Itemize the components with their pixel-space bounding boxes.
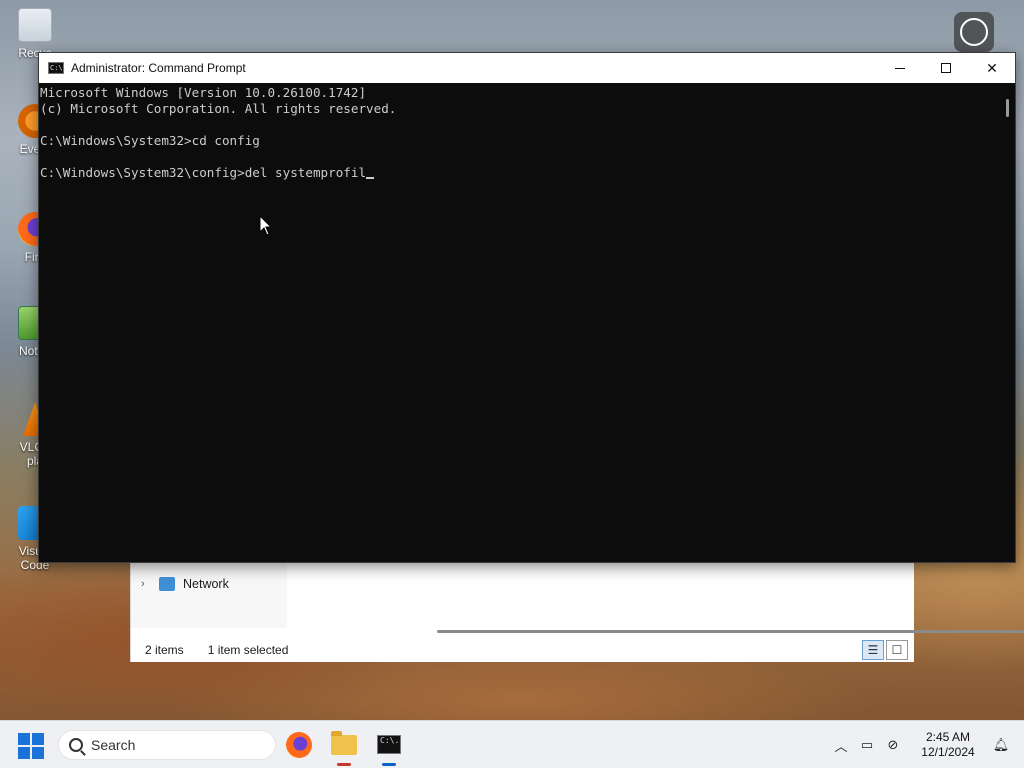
minimize-button[interactable] [877, 53, 923, 83]
maximize-icon [941, 63, 951, 73]
minimize-icon [895, 67, 905, 69]
window-title: Administrator: Command Prompt [71, 61, 246, 75]
console-current-command: C:\Windows\System32\config>del systempro… [40, 165, 367, 180]
vertical-scrollbar[interactable] [997, 83, 1015, 562]
selection-count: 1 item selected [207, 643, 289, 657]
profile-widget[interactable] [954, 12, 994, 52]
taskbar-firefox-icon[interactable] [286, 732, 312, 758]
horizontal-scrollbar[interactable] [437, 630, 1024, 633]
window-controls: ✕ [877, 53, 1015, 83]
console-line: (c) Microsoft Corporation. All rights re… [40, 101, 397, 116]
view-toggle: ☰ ☐ [862, 640, 908, 660]
status-bar: 2 items 1 item selected [131, 638, 914, 662]
taskbar-command-prompt[interactable]: C:\. [376, 730, 406, 766]
nav-item-label: Network [183, 577, 229, 591]
file-explorer-window: › Network 2 items 1 item selected ☰ ☐ [130, 563, 1024, 662]
user-avatar-icon [960, 18, 988, 46]
tiles-view-button[interactable]: ☐ [886, 640, 908, 660]
start-button[interactable] [18, 733, 44, 759]
folder-icon [331, 731, 357, 755]
console-line: C:\Windows\System32>cd config [40, 133, 260, 148]
command-prompt-window[interactable]: C:\. Administrator: Command Prompt ✕ Mic… [38, 52, 1016, 563]
taskbar: Search C:\. ︿ ▭ ⊘ 2:45 AM 12/1/2024 🔔︎ [0, 720, 1024, 768]
search-placeholder: Search [91, 737, 136, 753]
command-prompt-icon: C:\. [48, 62, 67, 74]
volume-muted-icon[interactable]: ⊘ [880, 732, 906, 758]
nav-item-network[interactable]: › Network [141, 577, 229, 591]
windows-logo-icon [18, 733, 30, 745]
taskbar-search[interactable]: Search [58, 730, 276, 760]
active-indicator [382, 763, 396, 766]
recycle-bin-icon [18, 8, 52, 42]
system-tray: ︿ ▭ ⊘ 2:45 AM 12/1/2024 🔔︎ [828, 721, 1024, 768]
chevron-right-icon[interactable]: › [141, 578, 151, 590]
taskbar-file-explorer[interactable] [331, 730, 361, 766]
navigation-pane: › Network [131, 563, 287, 628]
mouse-pointer-icon [259, 215, 273, 236]
windows-logo-icon-part [32, 747, 44, 759]
network-icon [159, 577, 175, 591]
text-cursor [366, 177, 375, 179]
taskbar-clock[interactable]: 2:45 AM 12/1/2024 [912, 730, 984, 760]
running-indicator [337, 763, 351, 766]
console-output[interactable]: Microsoft Windows [Version 10.0.26100.17… [39, 83, 997, 562]
close-button[interactable]: ✕ [969, 53, 1015, 83]
maximize-button[interactable] [923, 53, 969, 83]
console-line: Microsoft Windows [Version 10.0.26100.17… [40, 85, 367, 100]
console-input-line[interactable]: C:\Windows\System32\config>del systempro… [40, 165, 997, 181]
tiles-view-icon: ☐ [891, 643, 903, 657]
notification-bell-icon[interactable]: 🔔︎ [988, 732, 1014, 758]
details-view-icon: ☰ [867, 643, 879, 657]
title-bar[interactable]: C:\. Administrator: Command Prompt ✕ [39, 53, 1015, 83]
close-icon: ✕ [986, 59, 998, 76]
search-icon [69, 738, 83, 752]
clock-time: 2:45 AM [925, 730, 971, 744]
scrollbar-thumb[interactable] [1006, 99, 1009, 117]
clock-date: 12/1/2024 [921, 745, 975, 759]
network-status-icon[interactable]: ▭ [854, 732, 880, 758]
windows-logo-icon-part [32, 733, 44, 745]
item-count: 2 items [145, 643, 184, 657]
windows-logo-icon-part [18, 747, 30, 759]
details-view-button[interactable]: ☰ [862, 640, 884, 660]
chevron-up-icon[interactable]: ︿ [828, 732, 854, 758]
command-prompt-icon: C:\. [377, 735, 401, 754]
